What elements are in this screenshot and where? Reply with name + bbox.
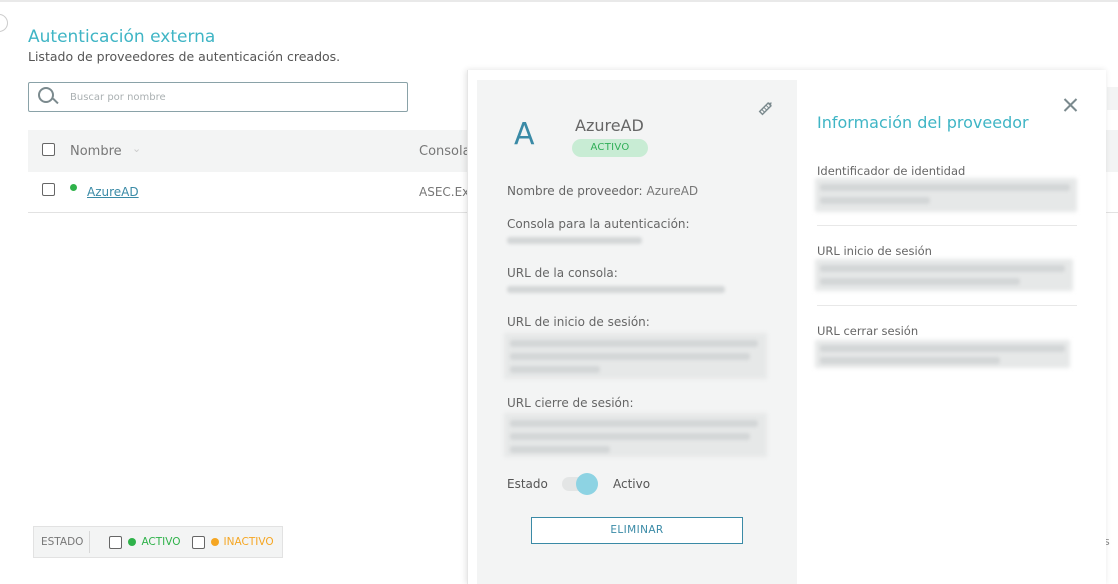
chevron-down-icon[interactable]: ⌄ [132,142,141,155]
row-checkbox[interactable] [42,183,55,196]
redacted-value [820,357,1000,364]
auth-console-label: Consola para la autenticación: [507,217,690,231]
redacted-value [507,237,642,244]
filter-active-label[interactable]: ACTIVO [141,536,180,548]
filter-inactive-checkbox[interactable] [191,535,205,549]
identity-label: Identificador de identidad [817,164,966,178]
provider-name-value: AzureAD [646,184,699,198]
redacted-value [510,446,610,453]
redacted-value [510,353,750,360]
redacted-block [815,259,1073,291]
redacted-value [820,265,1065,272]
filter-label: ESTADO [41,536,84,548]
status-dot [70,184,77,191]
redacted-value [507,286,725,293]
redacted-value [510,420,758,427]
filter-divider [89,531,91,553]
logout-url-label: URL cierre de sesión: [507,396,634,410]
divider [817,225,1077,226]
state-value: Activo [613,477,651,491]
provider-name-label: Nombre de proveedor: [507,184,643,198]
page-subtitle: Listado de proveedores de autenticación … [28,49,341,64]
provider-name-field: Nombre de proveedor: AzureAD [507,184,698,198]
column-header-name[interactable]: Nombre [70,144,122,159]
status-filter: ESTADO ACTIVO INACTIVO [33,526,283,558]
provider-avatar: A [514,117,535,152]
info-title: Información del proveedor [817,113,1029,132]
login-url-label: URL de inicio de sesión: [507,315,650,329]
login-url-info-label: URL inicio de sesión [817,244,932,258]
console-url-label: URL de la consola: [507,266,618,280]
state-label: Estado [507,477,548,491]
close-icon[interactable] [1061,96,1081,116]
select-all-checkbox[interactable] [42,143,55,156]
provider-name: AzureAD [575,116,644,135]
redacted-value [820,345,1065,352]
page-title: Autenticación externa [28,27,216,47]
background-edge [1107,130,1118,172]
status-badge: ACTIVO [572,139,648,157]
search-box[interactable] [28,82,408,112]
divider [817,305,1077,306]
provider-link[interactable]: AzureAD [87,185,139,199]
state-toggle-knob[interactable] [576,473,598,495]
top-border [0,0,1118,2]
delete-button[interactable]: ELIMINAR [531,517,743,544]
edit-icon[interactable] [756,98,776,118]
redacted-value [510,340,758,347]
background-edge [1107,87,1118,110]
redacted-value [820,278,1020,285]
redacted-value [510,366,600,373]
active-dot [128,538,137,546]
inactive-dot [210,538,219,546]
filter-active-checkbox[interactable] [109,535,123,549]
column-header-console[interactable]: Consola [419,144,471,159]
collapse-toggle[interactable] [0,14,8,32]
search-input[interactable] [70,91,370,103]
redacted-value [510,433,750,440]
filter-inactive-label[interactable]: INACTIVO [224,536,274,548]
redacted-value [820,184,1070,191]
search-icon [38,87,59,107]
row-console: ASEC.Ex [419,185,470,199]
redacted-value [820,197,930,204]
logout-url-info-label: URL cerrar sesión [817,324,919,338]
